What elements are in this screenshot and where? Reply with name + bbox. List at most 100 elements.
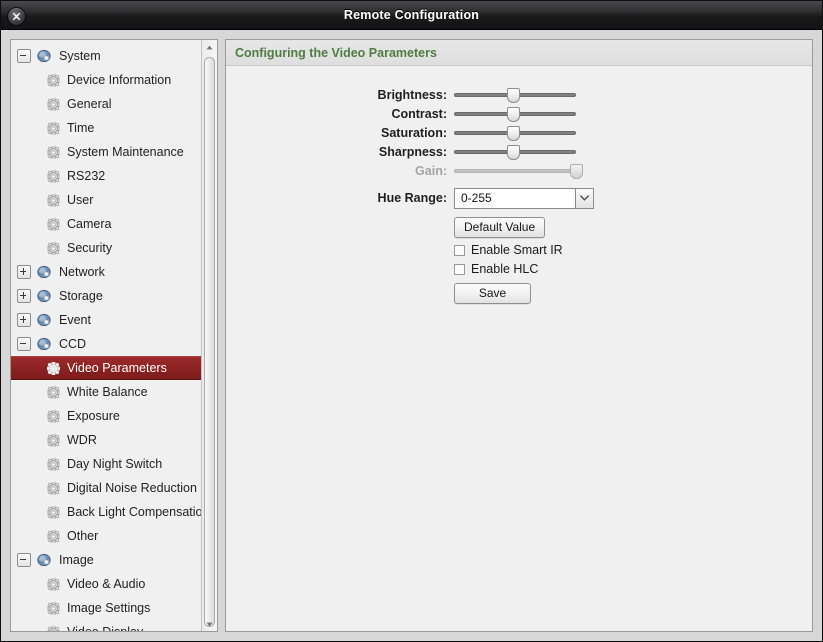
sidebar-item-network[interactable]: Network — [11, 260, 217, 284]
sidebar-item-video-display[interactable]: Video Display — [11, 620, 217, 632]
gear-icon — [47, 626, 60, 633]
sidebar-item-label: RS232 — [67, 169, 105, 183]
checkbox-container: Enable Smart IR Enable HLC — [226, 243, 812, 276]
disc-icon — [37, 337, 52, 351]
gear-icon — [47, 602, 60, 615]
sidebar-item-time[interactable]: Time — [11, 116, 217, 140]
gear-icon — [47, 506, 60, 519]
disc-icon — [37, 265, 52, 279]
sidebar-item-user[interactable]: User — [11, 188, 217, 212]
expand-icon[interactable] — [17, 265, 31, 279]
enable-hlc-checkbox[interactable] — [454, 264, 465, 275]
chevron-down-icon[interactable] — [575, 188, 594, 209]
slider-track — [454, 169, 576, 173]
window-body: System Device Information General Time Syste… — [1, 30, 822, 641]
sidebar-item-system-maintenance[interactable]: System Maintenance — [11, 140, 217, 164]
enable-smart-ir-row: Enable Smart IR — [226, 243, 812, 257]
collapse-icon[interactable] — [17, 553, 31, 567]
sidebar-item-rs232[interactable]: RS232 — [11, 164, 217, 188]
gear-icon — [47, 218, 60, 231]
default-value-button[interactable]: Default Value — [454, 217, 545, 238]
scroll-up-arrow-icon[interactable] — [202, 40, 217, 54]
navigation-sidebar: System Device Information General Time Syste… — [10, 39, 218, 632]
hue-range-label: Hue Range: — [226, 191, 454, 205]
enable-hlc-row: Enable HLC — [226, 262, 812, 276]
sidebar-item-video-parameters[interactable]: Video Parameters — [11, 356, 217, 380]
sidebar-scrollbar[interactable] — [201, 40, 217, 631]
close-icon[interactable] — [7, 7, 26, 26]
sidebar-item-label: Network — [59, 265, 105, 279]
collapse-icon[interactable] — [17, 337, 31, 351]
slider-thumb[interactable] — [507, 88, 520, 103]
slider-thumb[interactable] — [507, 126, 520, 141]
gear-icon — [47, 458, 60, 471]
save-row: Save — [226, 283, 812, 304]
sidebar-item-exposure[interactable]: Exposure — [11, 404, 217, 428]
disc-icon — [37, 49, 52, 63]
gear-icon — [47, 530, 60, 543]
expand-icon[interactable] — [17, 313, 31, 327]
save-button[interactable]: Save — [454, 283, 531, 304]
scroll-down-arrow-icon[interactable] — [202, 617, 217, 631]
sidebar-item-security[interactable]: Security — [11, 236, 217, 260]
hue-range-select[interactable]: 0-255 — [454, 188, 576, 209]
brightness-row: Brightness: — [226, 85, 812, 104]
sharpness-row: Sharpness: — [226, 142, 812, 161]
sharpness-label: Sharpness: — [226, 145, 454, 159]
sidebar-item-other[interactable]: Other — [11, 524, 217, 548]
gear-icon — [47, 386, 60, 399]
sidebar-item-label: Back Light Compensation — [67, 505, 209, 519]
expand-icon[interactable] — [17, 289, 31, 303]
sidebar-item-label: Day Night Switch — [67, 457, 162, 471]
sidebar-item-image-settings[interactable]: Image Settings — [11, 596, 217, 620]
sharpness-slider[interactable] — [454, 142, 576, 161]
gain-slider — [454, 161, 576, 180]
sidebar-item-image[interactable]: Image — [11, 548, 217, 572]
sidebar-item-label: Time — [67, 121, 94, 135]
gear-icon — [47, 122, 60, 135]
remote-configuration-window: Remote Configuration System Device Inform… — [0, 0, 823, 642]
sidebar-item-device-information[interactable]: Device Information — [11, 68, 217, 92]
sidebar-item-back-light-compensation[interactable]: Back Light Compensation — [11, 500, 217, 524]
sidebar-item-label: Storage — [59, 289, 103, 303]
sidebar-item-white-balance[interactable]: White Balance — [11, 380, 217, 404]
form-spacer — [226, 217, 454, 238]
disc-icon — [37, 553, 52, 567]
gain-row: Gain: — [226, 161, 812, 180]
slider-thumb[interactable] — [507, 107, 520, 122]
sidebar-item-digital-noise-reduction[interactable]: Digital Noise Reduction — [11, 476, 217, 500]
sidebar-item-system[interactable]: System — [11, 44, 217, 68]
enable-smart-ir-checkbox[interactable] — [454, 245, 465, 256]
brightness-slider[interactable] — [454, 85, 576, 104]
enable-smart-ir-label: Enable Smart IR — [471, 243, 563, 257]
sidebar-item-video-audio[interactable]: Video & Audio — [11, 572, 217, 596]
sidebar-scrollbar-thumb[interactable] — [204, 57, 215, 627]
default-value-row: Default Value — [226, 217, 812, 238]
sidebar-item-label: System — [59, 49, 101, 63]
sidebar-item-day-night-switch[interactable]: Day Night Switch — [11, 452, 217, 476]
gear-icon — [47, 242, 60, 255]
sidebar-item-label: White Balance — [67, 385, 148, 399]
video-parameters-form: Brightness:Contrast:Saturation:Sharpness… — [226, 66, 812, 304]
collapse-icon[interactable] — [17, 49, 31, 63]
gear-icon — [47, 410, 60, 423]
hue-range-row: Hue Range: 0-255 — [226, 186, 812, 210]
gear-icon — [47, 434, 60, 447]
sidebar-item-label: Image Settings — [67, 601, 150, 615]
sidebar-item-event[interactable]: Event — [11, 308, 217, 332]
sidebar-item-storage[interactable]: Storage — [11, 284, 217, 308]
sidebar-item-ccd[interactable]: CCD — [11, 332, 217, 356]
gear-icon — [47, 74, 60, 87]
slider-thumb[interactable] — [507, 145, 520, 160]
contrast-slider[interactable] — [454, 104, 576, 123]
settings-tree: SystemDevice InformationGeneralTimeSyste… — [11, 40, 201, 632]
sidebar-item-general[interactable]: General — [11, 92, 217, 116]
hue-range-value: 0-255 — [455, 191, 492, 205]
saturation-slider[interactable] — [454, 123, 576, 142]
window-title: Remote Configuration — [344, 8, 479, 22]
sidebar-item-wdr[interactable]: WDR — [11, 428, 217, 452]
sidebar-item-camera[interactable]: Camera — [11, 212, 217, 236]
panel-header: Configuring the Video Parameters — [226, 40, 812, 66]
sidebar-item-label: Device Information — [67, 73, 171, 87]
disc-icon — [37, 313, 52, 327]
